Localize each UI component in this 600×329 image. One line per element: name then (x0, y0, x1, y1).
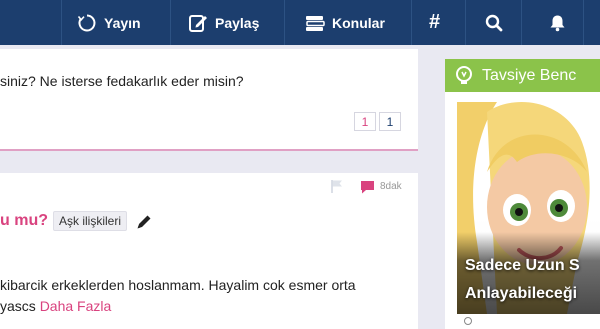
page-button[interactable]: 1 (354, 112, 376, 131)
edit-square-icon (188, 13, 208, 33)
pencil-icon[interactable] (135, 213, 153, 231)
post-question[interactable]: siniz? Ne isterse fedakarlık eder misin? (0, 73, 244, 89)
nav-divider (411, 0, 412, 45)
books-stack-icon (305, 13, 325, 33)
recommended-post-image[interactable]: Sadece Uzun S Anlayabileceği (457, 102, 600, 314)
post-body-line: kibarcik erkeklerden hoslanmam. Hayalim … (0, 277, 356, 293)
recommendations-title: Tavsiye Benc (482, 66, 577, 84)
lightbulb-icon (456, 65, 472, 84)
hashtag-icon[interactable]: # (429, 0, 440, 45)
nav-yayin[interactable]: Yayın (77, 0, 141, 45)
topic-tag[interactable]: Aşk ilişkileri (53, 211, 128, 231)
recommended-post-caption[interactable]: Sadece Uzun S Anlayabileceği (465, 252, 580, 308)
bell-icon[interactable] (549, 0, 566, 45)
nav-divider (521, 0, 522, 45)
view-icon (464, 317, 472, 325)
nav-yayin-label: Yayın (104, 14, 141, 31)
nav-divider (284, 0, 285, 45)
nav-paylas-label: Paylaş (215, 14, 260, 31)
nav-divider (170, 0, 171, 45)
refresh-circle-icon (77, 13, 97, 33)
page-button[interactable]: 1 (379, 112, 401, 131)
search-icon[interactable] (485, 0, 503, 45)
nav-paylas[interactable]: Paylaş (188, 0, 259, 45)
pagination: 1 1 (354, 112, 401, 132)
post-time: 8dak (380, 181, 402, 192)
post-title[interactable]: u mu? (0, 212, 48, 230)
post-card: siniz? Ne isterse fedakarlık eder misin?… (0, 49, 418, 151)
caption-line: Sadece Uzun S (465, 257, 580, 274)
recommendations-header: Tavsiye Benc (445, 59, 600, 92)
nav-divider (583, 0, 584, 45)
sidebar: Tavsiye Benc Sadece Uzun S Anlayabileceğ… (427, 45, 600, 329)
top-navbar: Yayın Paylaş Konular # (0, 0, 600, 45)
nav-konular-label: Konular (332, 14, 385, 31)
read-more-link[interactable]: Daha Fazla (40, 298, 112, 314)
nav-divider (61, 0, 62, 45)
post-body: kibarcik erkeklerden hoslanmam. Hayalim … (0, 275, 410, 317)
nav-divider (465, 0, 466, 45)
post-body-text: yascs (0, 298, 40, 314)
post-body-line: yascs Daha Fazla (0, 296, 410, 317)
nav-konular[interactable]: Konular (305, 0, 385, 45)
feed-column: siniz? Ne isterse fedakarlık eder misin?… (0, 45, 427, 329)
caption-line: Anlayabileceği (465, 285, 578, 302)
comment-icon[interactable] (360, 180, 375, 194)
flag-icon[interactable] (330, 179, 344, 193)
recommended-post-card[interactable]: Sadece Uzun S Anlayabileceği (445, 92, 600, 329)
post-card: 8dak u mu? Aşk ilişkileri kibarcik erkek… (0, 173, 418, 329)
